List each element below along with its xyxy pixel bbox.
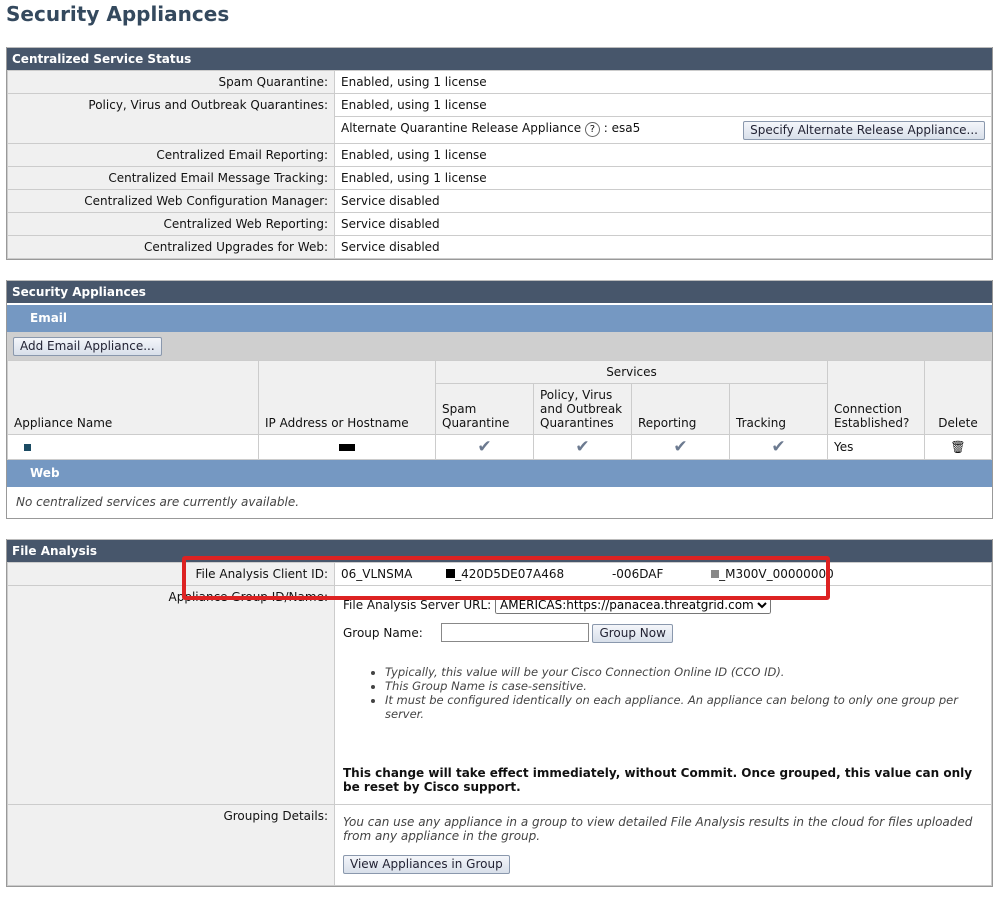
grouping-text: You can use any appliance in a group to … [343,815,973,843]
specify-alternate-release-button[interactable]: Specify Alternate Release Appliance... [743,120,985,140]
col-spam: Spam Quarantine [435,383,534,435]
row-value: Service disabled [334,189,992,213]
note: This Group Name is case-sensitive. [385,679,983,693]
col-delete: Delete [924,360,992,435]
file-analysis-panel: File Analysis File Analysis Client ID: 0… [6,539,993,887]
group-now-button[interactable]: Group Now [592,624,673,643]
row-label: Centralized Upgrades for Web: [7,235,335,259]
col-tracking: Tracking [729,383,828,435]
centralized-service-status-panel: Centralized Service Status Spam Quaranti… [6,47,993,260]
client-id-label: File Analysis Client ID: [7,562,335,586]
alternate-release-row: Alternate Quarantine Release Appliance ?… [334,116,992,144]
section-header: Centralized Service Status [7,47,992,70]
ip-redacted [258,434,436,460]
col-services: Services [435,360,828,384]
row-label: Centralized Web Configuration Manager: [7,189,335,213]
web-subheader: Web [7,460,992,487]
trash-icon[interactable]: 🗑 [924,434,992,460]
security-appliances-panel: Security Appliances Email Add Email Appl… [6,280,993,519]
table-row: ✔ ✔ ✔ ✔ Yes 🗑 [7,434,992,460]
col-reporting: Reporting [631,383,730,435]
group-label: Appliance Group ID/Name: [7,585,335,805]
row-label: Spam Quarantine: [7,70,335,94]
check-icon: ✔ [631,434,730,460]
row-label: Centralized Email Reporting: [7,143,335,167]
col-ip: IP Address or Hostname [258,360,436,435]
email-toolbar: Add Email Appliance... [7,332,992,360]
row-label: Centralized Email Message Tracking: [7,166,335,190]
note: Typically, this value will be your Cisco… [385,665,983,679]
row-value: Enabled, using 1 license [334,70,992,94]
server-url-label: File Analysis Server URL: [343,598,492,612]
section-header: Security Appliances [7,280,992,303]
add-email-appliance-button[interactable]: Add Email Appliance... [13,336,162,356]
alt-value: : esa5 [603,120,641,135]
web-empty-message: No centralized services are currently av… [16,495,300,509]
col-connection: Connection Established? [827,360,925,435]
check-icon: ✔ [729,434,828,460]
check-icon: ✔ [533,434,632,460]
server-url-select[interactable]: AMERICAS:https://panacea.threatgrid.com [495,596,771,614]
row-value: Service disabled [334,235,992,259]
client-id-part: _M300V_00000000 [719,567,834,581]
alt-label: Alternate Quarantine Release Appliance [341,120,582,135]
client-id-value: 06_VLNSMA _420D5DE07A468 -006DAF _M300V_… [334,562,992,586]
check-icon: ✔ [435,434,534,460]
row-value: Enabled, using 1 license [334,93,992,117]
grouping-label: Grouping Details: [7,804,335,886]
page-title: Security Appliances [6,2,230,26]
appliance-name-redacted [7,434,259,460]
warning-text: This change will take effect immediately… [343,766,973,794]
row-label: Centralized Web Reporting: [7,212,335,236]
note: It must be configured identically on eac… [385,693,983,721]
row-label: Policy, Virus and Outbreak Quarantines: [7,93,335,144]
row-value: Service disabled [334,212,992,236]
client-id-part: _420D5DE07A468 [455,567,565,581]
row-value: Enabled, using 1 license [334,166,992,190]
connection-value: Yes [827,434,925,460]
client-id-part: -006DAF [611,567,664,581]
view-appliances-in-group-button[interactable]: View Appliances in Group [343,855,510,874]
row-value: Enabled, using 1 license [334,143,992,167]
col-policy: Policy, Virus and Outbreak Quarantines [533,383,632,435]
group-name-label: Group Name: [343,626,423,640]
col-appliance-name: Appliance Name [7,360,259,435]
section-header: File Analysis [7,539,992,562]
group-name-input[interactable] [440,623,589,642]
email-subheader: Email [7,303,992,332]
client-id-part: 06_VLNSMA [341,567,413,581]
help-icon[interactable]: ? [584,121,600,137]
